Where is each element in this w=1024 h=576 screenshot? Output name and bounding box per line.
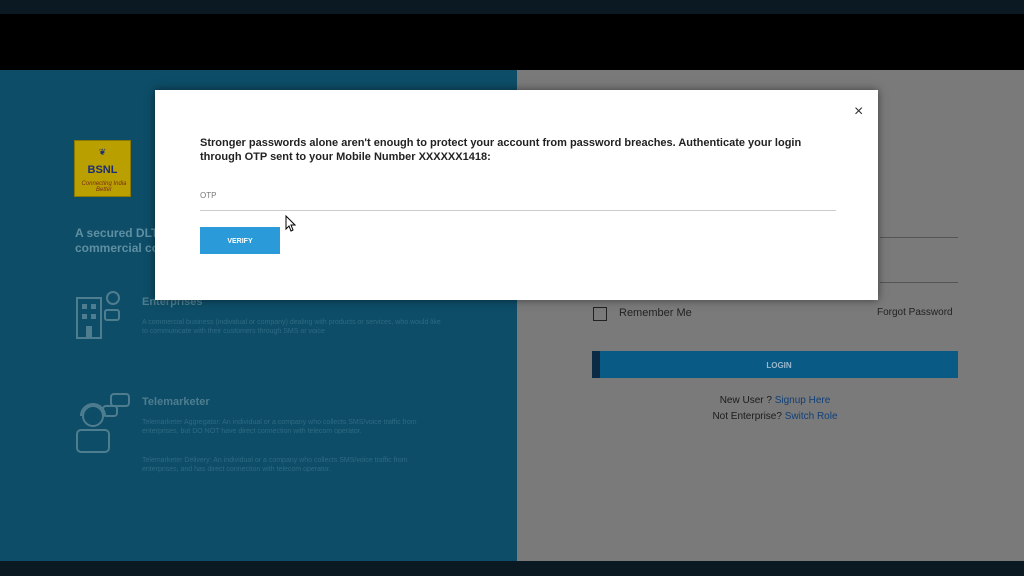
login-button[interactable]: LOGIN bbox=[592, 351, 958, 378]
telemarketer-aggregator-desc: Telemarketer Aggregator: An individual o… bbox=[142, 419, 417, 435]
remember-me-label: Remember Me bbox=[619, 307, 692, 319]
username-field-underline bbox=[880, 237, 958, 238]
black-band bbox=[0, 14, 1024, 70]
enterprise-desc: A commercial business (individual or com… bbox=[142, 319, 441, 335]
new-user-text: New User ? bbox=[719, 395, 772, 406]
forgot-password-link[interactable]: Forgot Password bbox=[877, 307, 953, 318]
not-enterprise-line: Not Enterprise? Switch Role bbox=[592, 411, 958, 422]
logo-tagline: Connecting India Better bbox=[81, 181, 127, 193]
otp-modal: × Stronger passwords alone aren't enough… bbox=[155, 90, 878, 300]
otp-message: Stronger passwords alone aren't enough t… bbox=[200, 137, 802, 163]
not-enterprise-text: Not Enterprise? bbox=[712, 411, 782, 422]
close-icon[interactable]: × bbox=[854, 103, 863, 121]
telemarketer-delivery-desc: Telemarketer Delivery: An individual or … bbox=[142, 457, 408, 473]
enterprise-building-icon bbox=[76, 291, 120, 339]
password-field-underline bbox=[880, 282, 958, 283]
telemarketer-headset-icon bbox=[76, 393, 130, 453]
verify-button[interactable]: VERIFY bbox=[200, 227, 280, 254]
mouse-cursor-icon bbox=[285, 215, 297, 232]
otp-input[interactable] bbox=[200, 202, 836, 211]
otp-label: OTP bbox=[200, 191, 217, 200]
remember-me-checkbox[interactable] bbox=[593, 307, 607, 321]
top-bar bbox=[0, 0, 1024, 14]
bsnl-logo: ❦ BSNL Connecting India Better bbox=[74, 140, 131, 197]
switch-role-link[interactable]: Switch Role bbox=[785, 411, 838, 422]
bottom-bar bbox=[0, 561, 1024, 576]
signup-link[interactable]: Signup Here bbox=[775, 395, 831, 406]
telemarketer-title: Telemarketer bbox=[142, 396, 210, 408]
new-user-line: New User ? Signup Here bbox=[592, 395, 958, 406]
logo-text: BSNL bbox=[87, 164, 118, 176]
logo-emblem: ❦ bbox=[98, 147, 107, 157]
